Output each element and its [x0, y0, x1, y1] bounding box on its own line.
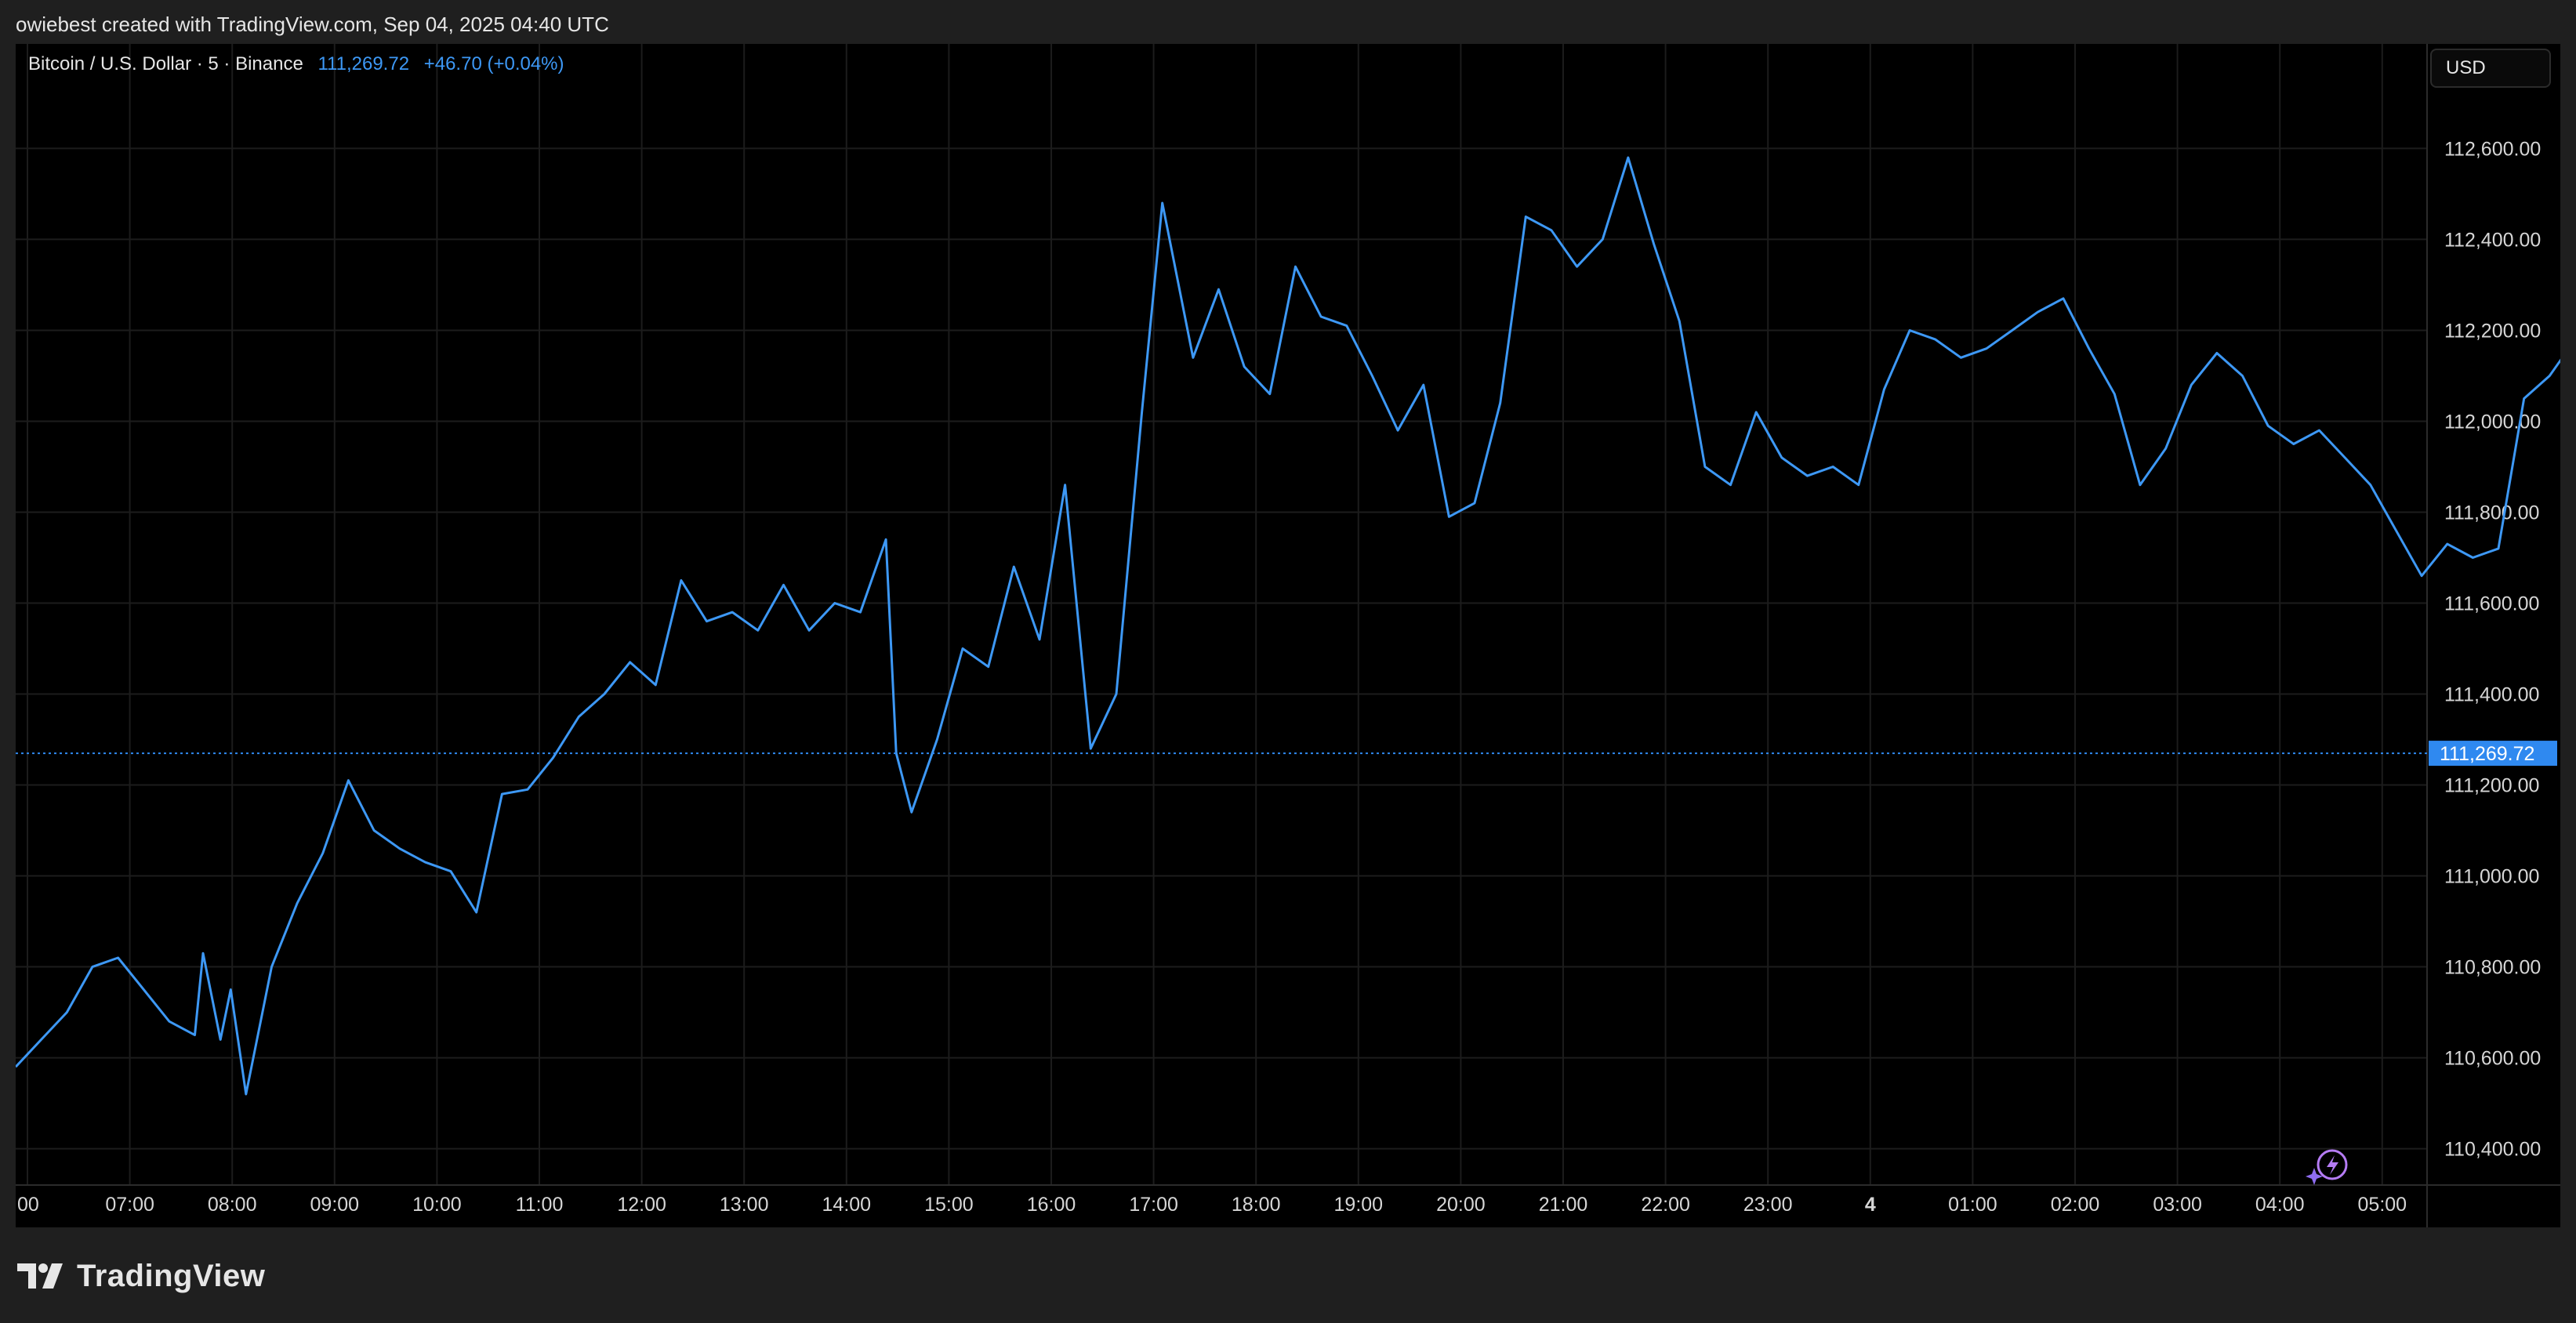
legend-change: +46.70 (+0.04%) — [423, 53, 564, 74]
y-tick-label: 112,400.00 — [2444, 229, 2541, 251]
y-tick-label: 112,000.00 — [2444, 411, 2541, 433]
x-tick-label: 22:00 — [1641, 1194, 1690, 1216]
last-price-label: 111,269.72 — [2440, 743, 2534, 765]
y-tick-label: 112,600.00 — [2444, 138, 2541, 160]
chart-frame[interactable]: 112,600.00 112,400.00 112,200.00 112,000.00… — [16, 44, 2560, 1227]
price-chart[interactable]: 112,600.00 112,400.00 112,200.00 112,000.00… — [16, 44, 2560, 1227]
legend-price: 111,269.72 — [317, 53, 410, 74]
y-tick-label: 110,400.00 — [2444, 1139, 2541, 1161]
y-tick-label: 111,800.00 — [2444, 502, 2539, 524]
x-tick-label: 18:00 — [1232, 1194, 1281, 1216]
y-tick-label: 110,600.00 — [2444, 1048, 2541, 1070]
x-tick-label: 10:00 — [412, 1194, 462, 1216]
x-tick-label: 17:00 — [1129, 1194, 1178, 1216]
x-tick-label: 07:00 — [105, 1194, 154, 1216]
x-tick-label: 11:00 — [516, 1194, 564, 1216]
x-tick-label: 03:00 — [2153, 1194, 2202, 1216]
x-tick-label: 4 — [1865, 1194, 1876, 1216]
currency-button[interactable]: USD — [2430, 49, 2551, 88]
symbol-title[interactable]: Bitcoin / U.S. Dollar · 5 · Binance — [28, 53, 303, 74]
x-tick-label: 12:00 — [617, 1194, 666, 1216]
x-tick-label: 14:00 — [822, 1194, 872, 1216]
x-tick-label: 19:00 — [1334, 1194, 1384, 1216]
x-tick-label: 13:00 — [720, 1194, 769, 1216]
top-bar: owiebest created with TradingView.com, S… — [0, 0, 2576, 45]
y-tick-label: 111,600.00 — [2444, 593, 2539, 614]
x-tick-label: 23:00 — [1743, 1194, 1793, 1216]
brand-name: TradingView — [77, 1258, 266, 1293]
symbol-legend[interactable]: Bitcoin / U.S. Dollar · 5 · Binance 111,… — [28, 53, 564, 75]
tradingview-brand[interactable]: TradingView — [17, 1254, 265, 1298]
y-tick-label: 110,800.00 — [2444, 957, 2541, 979]
x-tick-label: 21:00 — [1539, 1194, 1588, 1216]
x-tick-label: 09:00 — [310, 1194, 360, 1216]
x-tick-label: 16:00 — [1027, 1194, 1076, 1216]
chart-credit: owiebest created with TradingView.com, S… — [16, 13, 609, 36]
tradingview-logo-icon — [17, 1263, 63, 1289]
x-tick-label: 00 — [17, 1194, 39, 1216]
x-tick-label: 05:00 — [2358, 1194, 2407, 1216]
x-tick-label: 20:00 — [1436, 1194, 1486, 1216]
y-tick-label: 111,000.00 — [2444, 866, 2539, 888]
x-tick-label: 01:00 — [1948, 1194, 1997, 1216]
x-tick-label: 04:00 — [2255, 1194, 2305, 1216]
y-tick-label: 111,200.00 — [2444, 775, 2539, 797]
price-series-line[interactable] — [16, 156, 2560, 1096]
x-tick-label: 08:00 — [208, 1194, 257, 1216]
x-tick-label: 15:00 — [924, 1194, 974, 1216]
x-tick-label: 02:00 — [2051, 1194, 2100, 1216]
lightning-icon[interactable] — [2306, 1149, 2348, 1185]
y-tick-label: 112,200.00 — [2444, 320, 2541, 342]
y-tick-label: 111,400.00 — [2444, 684, 2539, 706]
